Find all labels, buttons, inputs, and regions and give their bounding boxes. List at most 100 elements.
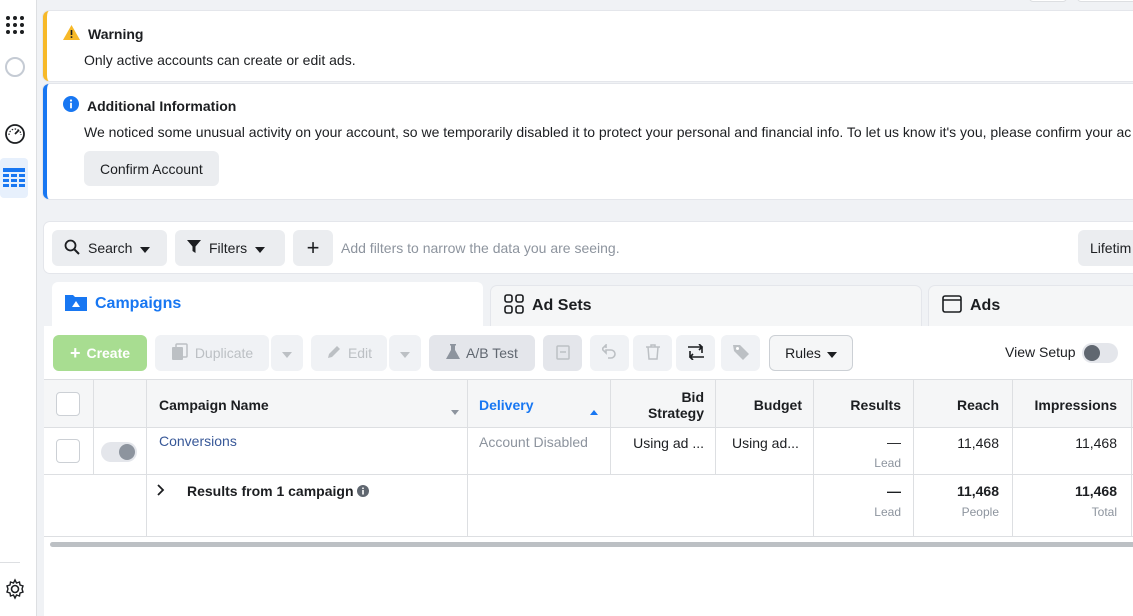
- warning-alert: Warning Only active accounts can create …: [43, 11, 1133, 81]
- summary-row: Results from 1 campaign — Lead 11,468 Pe…: [44, 475, 1133, 537]
- column-header-impressions[interactable]: Impressions: [1013, 380, 1132, 427]
- chevron-right-icon[interactable]: [157, 483, 165, 499]
- campaign-name-cell: Conversions: [147, 428, 468, 474]
- header-button[interactable]: [1029, 0, 1067, 2]
- summary-reach-sub: People: [961, 505, 999, 519]
- horizontal-scrollbar[interactable]: [50, 542, 1133, 547]
- row-toggle-cell: [94, 428, 147, 474]
- budget-cell: Using ad...: [716, 428, 814, 474]
- summary-impressions-cell: 11,468 Total: [1013, 475, 1132, 536]
- budget-header-label: Budget: [753, 397, 802, 413]
- ab-test-button[interactable]: A/B Test: [429, 335, 535, 371]
- summary-label: Results from 1 campaign: [187, 483, 354, 499]
- add-filter-button[interactable]: +: [293, 230, 333, 266]
- apps-grid-icon[interactable]: [0, 14, 30, 36]
- table-row[interactable]: Conversions Account Disabled Using ad ..…: [44, 428, 1133, 475]
- bid-strategy-cell: Using ad ...: [611, 428, 716, 474]
- column-header-delivery[interactable]: Delivery: [468, 380, 611, 427]
- column-header-bid-strategy[interactable]: Bid Strategy: [611, 380, 716, 427]
- dashboard-gauge-icon[interactable]: [0, 123, 30, 145]
- warning-alert-header: Warning: [63, 25, 143, 43]
- view-setup-label: View Setup: [1005, 344, 1076, 360]
- column-header-results[interactable]: Results: [814, 380, 914, 427]
- duplicate-button[interactable]: Duplicate: [155, 335, 269, 371]
- date-range-button[interactable]: Lifetim: [1078, 230, 1133, 266]
- sort-ascending-icon: [590, 402, 598, 418]
- summary-reach-cell: 11,468 People: [914, 475, 1013, 536]
- column-header-campaign-name[interactable]: Campaign Name: [147, 380, 468, 427]
- results-cell: — Lead: [814, 428, 914, 474]
- archive-button[interactable]: [543, 335, 582, 371]
- summary-info-icon[interactable]: [357, 484, 369, 500]
- select-all-checkbox[interactable]: [56, 392, 80, 416]
- archive-icon: [555, 344, 570, 363]
- delete-button[interactable]: [633, 335, 672, 371]
- impressions-cell: 11,468: [1013, 428, 1132, 474]
- header-button[interactable]: [1077, 0, 1133, 2]
- delivery-header-label: Delivery: [479, 397, 534, 413]
- tag-button[interactable]: [721, 335, 760, 371]
- warning-message: Only active accounts can create or edit …: [84, 52, 356, 68]
- create-label: Create: [86, 345, 131, 361]
- duplicate-dropdown-button[interactable]: [271, 335, 303, 371]
- rules-dropdown-button[interactable]: Rules: [769, 335, 853, 371]
- bid-strategy-value: Using ad ...: [633, 435, 704, 451]
- top-header-strip: [37, 0, 1133, 10]
- warning-triangle-icon: [63, 25, 80, 43]
- delivery-cell: Account Disabled: [468, 428, 611, 474]
- summary-reach-value: 11,468: [956, 483, 999, 499]
- row-select-cell: [44, 428, 94, 474]
- select-all-cell: [44, 380, 94, 427]
- rules-label: Rules: [785, 345, 821, 361]
- column-header-budget[interactable]: Budget: [716, 380, 814, 427]
- reach-value: 11,468: [957, 435, 999, 451]
- summary-blank-cell: [468, 475, 814, 536]
- summary-impressions-sub: Total: [1091, 505, 1117, 519]
- toggle-column-header: [94, 380, 147, 427]
- reach-cell: 11,468: [914, 428, 1013, 474]
- export-button[interactable]: [676, 335, 715, 371]
- ab-test-label: A/B Test: [466, 345, 518, 361]
- pencil-icon: [326, 344, 342, 363]
- tag-icon: [732, 344, 749, 363]
- campaigns-folder-icon: [65, 293, 87, 316]
- bid-header-label: Bid: [681, 389, 704, 405]
- edit-dropdown-button[interactable]: [389, 335, 421, 371]
- row-checkbox[interactable]: [56, 439, 80, 463]
- filters-dropdown-button[interactable]: Filters: [175, 230, 285, 266]
- edit-button[interactable]: Edit: [311, 335, 387, 371]
- account-avatar-icon[interactable]: [0, 56, 30, 78]
- search-dropdown-button[interactable]: Search: [52, 230, 167, 266]
- tab-ads[interactable]: Ads: [929, 286, 1133, 326]
- campaign-on-off-toggle[interactable]: [101, 442, 137, 462]
- caret-down-icon: [282, 345, 292, 361]
- tab-campaigns[interactable]: Campaigns: [52, 282, 483, 326]
- info-message: We noticed some unusual activity on your…: [84, 124, 1132, 140]
- search-label: Search: [88, 240, 133, 256]
- caret-down-icon: [400, 345, 410, 361]
- undo-button[interactable]: [590, 335, 629, 371]
- swap-arrows-icon: [687, 342, 705, 363]
- summary-spacer-cell: [44, 475, 147, 536]
- duplicate-icon: [171, 342, 189, 364]
- strategy-header-label: Strategy: [647, 405, 704, 421]
- view-setup-toggle[interactable]: [1082, 343, 1118, 363]
- summary-results-value: —: [887, 483, 901, 499]
- confirm-account-button[interactable]: Confirm Account: [84, 151, 219, 186]
- create-button[interactable]: + Create: [53, 335, 147, 371]
- funnel-icon: [187, 239, 201, 257]
- duplicate-label: Duplicate: [194, 345, 254, 361]
- info-alert: Additional Information We noticed some u…: [43, 84, 1133, 199]
- flask-icon: [446, 343, 461, 363]
- tab-ad-sets[interactable]: Ad Sets: [491, 286, 921, 326]
- impressions-header-label: Impressions: [1034, 397, 1117, 413]
- info-title: Additional Information: [87, 97, 237, 114]
- campaign-name-link[interactable]: Conversions: [159, 433, 237, 449]
- ads-manager-table-icon[interactable]: [0, 158, 28, 198]
- settings-gear-icon[interactable]: [0, 578, 30, 600]
- filters-label: Filters: [209, 240, 248, 256]
- column-header-reach[interactable]: Reach: [914, 380, 1013, 427]
- caret-down-icon: [140, 240, 151, 256]
- summary-label-cell[interactable]: Results from 1 campaign: [147, 475, 468, 536]
- filter-placeholder-text[interactable]: Add filters to narrow the data you are s…: [341, 240, 620, 256]
